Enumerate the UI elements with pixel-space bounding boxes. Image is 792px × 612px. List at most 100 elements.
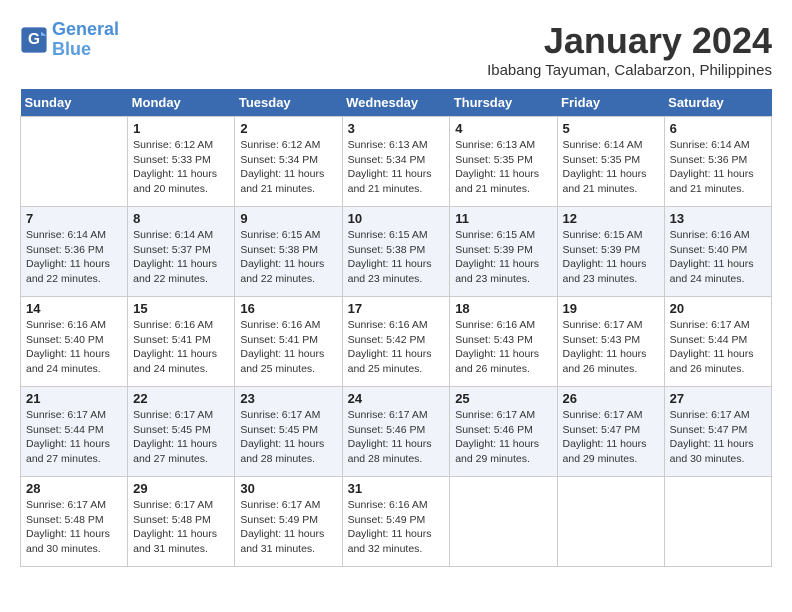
- day-detail: Sunrise: 6:14 AMSunset: 5:35 PMDaylight:…: [563, 139, 647, 195]
- day-number: 11: [455, 211, 551, 226]
- day-cell: 3 Sunrise: 6:13 AMSunset: 5:34 PMDaylight…: [342, 117, 450, 207]
- logo-text: GeneralBlue: [52, 20, 119, 60]
- day-cell: 4Sunrise: 6:13 AMSunset: 5:35 PMDaylight…: [450, 117, 557, 207]
- day-number: 30: [240, 481, 336, 496]
- day-cell: 9 Sunrise: 6:15 AMSunset: 5:38 PMDaylight…: [235, 207, 342, 297]
- day-number: 9: [240, 211, 336, 226]
- weekday-header-tuesday: Tuesday: [235, 89, 342, 117]
- day-number: 27: [670, 391, 766, 406]
- day-cell: [450, 477, 557, 567]
- day-cell: 15 Sunrise: 6:16 AMSunset: 5:41 PMDayligh…: [128, 297, 235, 387]
- day-number: 20: [670, 301, 766, 316]
- day-cell: 21Sunrise: 6:17 AMSunset: 5:44 PMDayligh…: [21, 387, 128, 477]
- day-cell: 2Sunrise: 6:12 AMSunset: 5:34 PMDaylight…: [235, 117, 342, 207]
- day-number: 28: [26, 481, 122, 496]
- day-detail: Sunrise: 6:15 AMSunset: 5:38 PMDaylight:…: [240, 229, 324, 285]
- day-number: 18: [455, 301, 551, 316]
- day-cell: 17 Sunrise: 6:16 AMSunset: 5:42 PMDayligh…: [342, 297, 450, 387]
- day-detail: Sunrise: 6:12 AMSunset: 5:34 PMDaylight:…: [240, 139, 324, 195]
- day-cell: 31Sunrise: 6:16 AMSunset: 5:49 PMDayligh…: [342, 477, 450, 567]
- page-header: G GeneralBlue January 2024 Ibabang Tayum…: [20, 20, 772, 79]
- weekday-header-row: SundayMondayTuesdayWednesdayThursdayFrid…: [21, 89, 772, 117]
- day-number: 1: [133, 121, 229, 136]
- location: Ibabang Tayuman, Calabarzon, Philippines: [487, 62, 772, 79]
- day-detail: Sunrise: 6:15 AMSunset: 5:38 PMDaylight:…: [348, 229, 432, 285]
- day-number: 14: [26, 301, 122, 316]
- day-number: 17: [348, 301, 445, 316]
- day-cell: 11Sunrise: 6:15 AMSunset: 5:39 PMDayligh…: [450, 207, 557, 297]
- day-detail: Sunrise: 6:16 AMSunset: 5:40 PMDaylight:…: [670, 229, 754, 285]
- day-detail: Sunrise: 6:17 AMSunset: 5:46 PMDaylight:…: [455, 409, 539, 465]
- day-cell: 6 Sunrise: 6:14 AMSunset: 5:36 PMDaylight…: [664, 117, 771, 207]
- day-cell: 29 Sunrise: 6:17 AMSunset: 5:48 PMDayligh…: [128, 477, 235, 567]
- day-cell: 16 Sunrise: 6:16 AMSunset: 5:41 PMDayligh…: [235, 297, 342, 387]
- day-number: 29: [133, 481, 229, 496]
- day-cell: [557, 477, 664, 567]
- logo-icon: G: [20, 26, 48, 54]
- svg-text:G: G: [28, 31, 40, 48]
- day-number: 12: [563, 211, 659, 226]
- day-number: 6: [670, 121, 766, 136]
- day-detail: Sunrise: 6:15 AMSunset: 5:39 PMDaylight:…: [563, 229, 647, 285]
- day-detail: Sunrise: 6:17 AMSunset: 5:45 PMDaylight:…: [240, 409, 324, 465]
- day-detail: Sunrise: 6:17 AMSunset: 5:49 PMDaylight:…: [240, 499, 324, 555]
- title-block: January 2024 Ibabang Tayuman, Calabarzon…: [487, 20, 772, 79]
- day-cell: 18 Sunrise: 6:16 AMSunset: 5:43 PMDayligh…: [450, 297, 557, 387]
- day-detail: Sunrise: 6:13 AMSunset: 5:34 PMDaylight:…: [348, 139, 432, 195]
- day-detail: Sunrise: 6:16 AMSunset: 5:41 PMDaylight:…: [133, 319, 217, 375]
- day-detail: Sunrise: 6:17 AMSunset: 5:47 PMDaylight:…: [670, 409, 754, 465]
- calendar-table: SundayMondayTuesdayWednesdayThursdayFrid…: [20, 89, 772, 567]
- day-number: 25: [455, 391, 551, 406]
- day-number: 13: [670, 211, 766, 226]
- day-number: 7: [26, 211, 122, 226]
- day-number: 4: [455, 121, 551, 136]
- weekday-header-thursday: Thursday: [450, 89, 557, 117]
- day-number: 10: [348, 211, 445, 226]
- day-detail: Sunrise: 6:14 AMSunset: 5:36 PMDaylight:…: [670, 139, 754, 195]
- day-cell: 7 Sunrise: 6:14 AMSunset: 5:36 PMDaylight…: [21, 207, 128, 297]
- day-detail: Sunrise: 6:17 AMSunset: 5:48 PMDaylight:…: [26, 499, 110, 555]
- day-cell: 27 Sunrise: 6:17 AMSunset: 5:47 PMDayligh…: [664, 387, 771, 477]
- week-row-5: 28 Sunrise: 6:17 AMSunset: 5:48 PMDayligh…: [21, 477, 772, 567]
- weekday-header-monday: Monday: [128, 89, 235, 117]
- day-detail: Sunrise: 6:17 AMSunset: 5:46 PMDaylight:…: [348, 409, 432, 465]
- day-cell: 25 Sunrise: 6:17 AMSunset: 5:46 PMDayligh…: [450, 387, 557, 477]
- weekday-header-sunday: Sunday: [21, 89, 128, 117]
- day-number: 23: [240, 391, 336, 406]
- day-number: 8: [133, 211, 229, 226]
- day-number: 15: [133, 301, 229, 316]
- day-number: 26: [563, 391, 659, 406]
- day-cell: 5 Sunrise: 6:14 AMSunset: 5:35 PMDaylight…: [557, 117, 664, 207]
- day-cell: 23 Sunrise: 6:17 AMSunset: 5:45 PMDayligh…: [235, 387, 342, 477]
- day-detail: Sunrise: 6:14 AMSunset: 5:37 PMDaylight:…: [133, 229, 217, 285]
- day-detail: Sunrise: 6:12 AMSunset: 5:33 PMDaylight:…: [133, 139, 217, 195]
- day-number: 19: [563, 301, 659, 316]
- day-cell: 14 Sunrise: 6:16 AMSunset: 5:40 PMDayligh…: [21, 297, 128, 387]
- day-detail: Sunrise: 6:16 AMSunset: 5:41 PMDaylight:…: [240, 319, 324, 375]
- day-cell: 8 Sunrise: 6:14 AMSunset: 5:37 PMDaylight…: [128, 207, 235, 297]
- weekday-header-wednesday: Wednesday: [342, 89, 450, 117]
- day-detail: Sunrise: 6:17 AMSunset: 5:44 PMDaylight:…: [670, 319, 754, 375]
- day-cell: [21, 117, 128, 207]
- day-cell: 12 Sunrise: 6:15 AMSunset: 5:39 PMDayligh…: [557, 207, 664, 297]
- day-number: 16: [240, 301, 336, 316]
- day-cell: 1 Sunrise: 6:12 AMSunset: 5:33 PMDaylight…: [128, 117, 235, 207]
- weekday-header-saturday: Saturday: [664, 89, 771, 117]
- day-detail: Sunrise: 6:17 AMSunset: 5:44 PMDaylight:…: [26, 409, 110, 465]
- logo: G GeneralBlue: [20, 20, 119, 60]
- day-detail: Sunrise: 6:16 AMSunset: 5:43 PMDaylight:…: [455, 319, 539, 375]
- week-row-3: 14 Sunrise: 6:16 AMSunset: 5:40 PMDayligh…: [21, 297, 772, 387]
- day-cell: 28 Sunrise: 6:17 AMSunset: 5:48 PMDayligh…: [21, 477, 128, 567]
- weekday-header-friday: Friday: [557, 89, 664, 117]
- day-detail: Sunrise: 6:16 AMSunset: 5:40 PMDaylight:…: [26, 319, 110, 375]
- day-detail: Sunrise: 6:17 AMSunset: 5:48 PMDaylight:…: [133, 499, 217, 555]
- week-row-2: 7 Sunrise: 6:14 AMSunset: 5:36 PMDaylight…: [21, 207, 772, 297]
- day-number: 24: [348, 391, 445, 406]
- day-detail: Sunrise: 6:16 AMSunset: 5:42 PMDaylight:…: [348, 319, 432, 375]
- day-cell: [664, 477, 771, 567]
- day-cell: 26Sunrise: 6:17 AMSunset: 5:47 PMDayligh…: [557, 387, 664, 477]
- day-number: 3: [348, 121, 445, 136]
- day-detail: Sunrise: 6:14 AMSunset: 5:36 PMDaylight:…: [26, 229, 110, 285]
- week-row-1: 1 Sunrise: 6:12 AMSunset: 5:33 PMDaylight…: [21, 117, 772, 207]
- day-number: 5: [563, 121, 659, 136]
